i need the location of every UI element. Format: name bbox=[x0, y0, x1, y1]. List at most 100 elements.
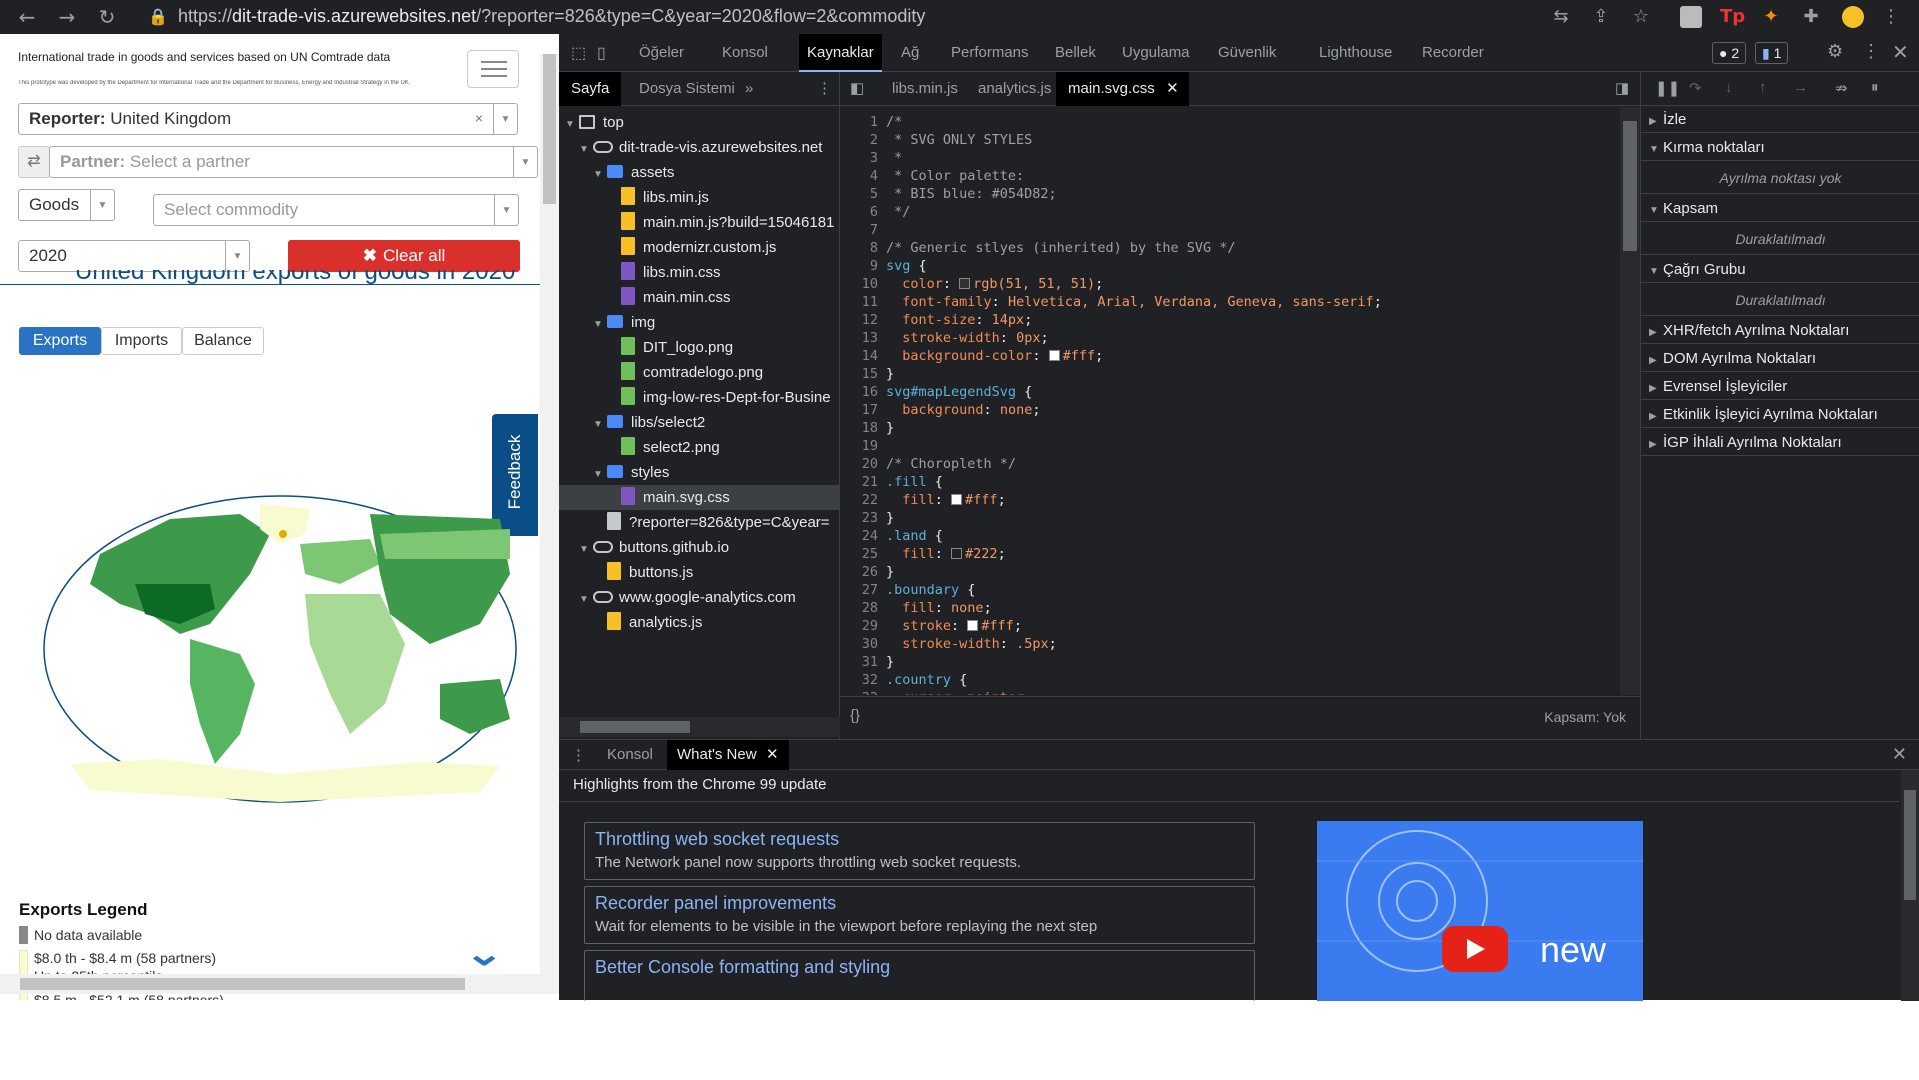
reload-icon[interactable]: ↻ bbox=[94, 4, 120, 30]
step-icon[interactable]: → bbox=[1793, 79, 1808, 96]
tree-item[interactable]: libs.min.js bbox=[559, 185, 840, 210]
expand-triangle-icon[interactable]: ▼ bbox=[593, 412, 607, 435]
tree-item[interactable]: ▼ img bbox=[559, 310, 840, 335]
tree-item[interactable]: ▼ styles bbox=[559, 460, 840, 485]
tree-item[interactable]: main.svg.css bbox=[559, 485, 840, 510]
tree-item[interactable]: comtradelogo.png bbox=[559, 360, 840, 385]
type-select[interactable]: Goods ▼ bbox=[18, 189, 115, 221]
tab-application[interactable]: Uygulama bbox=[1114, 34, 1198, 72]
clear-all-button[interactable]: ✖ Clear all bbox=[288, 240, 520, 272]
tab-performance[interactable]: Performans bbox=[943, 34, 1037, 72]
tree-item[interactable]: ▼ libs/select2 bbox=[559, 410, 840, 435]
world-map[interactable] bbox=[40, 474, 520, 804]
editor-tab-libs-min-js[interactable]: libs.min.js bbox=[880, 72, 970, 106]
page-horizontal-scrollbar[interactable] bbox=[0, 974, 540, 994]
editor-tab-analytics-js[interactable]: analytics.js bbox=[966, 72, 1063, 106]
tab-exports[interactable]: Exports bbox=[19, 327, 101, 355]
tree-item[interactable]: ▼ top bbox=[559, 110, 840, 135]
step-over-icon[interactable]: ↷ bbox=[1689, 79, 1702, 97]
extension-bird-icon[interactable]: ✦ bbox=[1760, 6, 1782, 28]
news-title[interactable]: Throttling web socket requests bbox=[595, 829, 1244, 850]
deactivate-breakpoints-icon[interactable]: ⇏ bbox=[1835, 79, 1848, 97]
tree-item[interactable]: ▼ www.google-analytics.com bbox=[559, 585, 840, 610]
expand-triangle-icon[interactable]: ▼ bbox=[579, 537, 593, 560]
tab-elements[interactable]: Öğeler bbox=[631, 34, 692, 72]
news-title[interactable]: Better Console formatting and styling bbox=[595, 957, 1244, 978]
tp-extension-icon[interactable]: Tp bbox=[1720, 6, 1745, 28]
drawer-vertical-scrollbar[interactable] bbox=[1901, 770, 1919, 1001]
page-vertical-scrollbar[interactable] bbox=[540, 54, 559, 994]
tab-filesystem[interactable]: Dosya Sistemi bbox=[631, 72, 743, 106]
tab-console[interactable]: Konsol bbox=[714, 34, 776, 72]
messages-badge[interactable]: ▮ 1 bbox=[1755, 42, 1789, 64]
bookmark-star-icon[interactable]: ☆ bbox=[1630, 6, 1652, 28]
chevron-down-icon[interactable]: ⌄ bbox=[464, 934, 504, 974]
inspect-element-icon[interactable]: ⬚ bbox=[571, 43, 586, 63]
toggle-navigator-icon[interactable]: ◧ bbox=[850, 79, 864, 97]
profile-avatar[interactable] bbox=[1842, 6, 1864, 28]
debugger-section[interactable]: ▶ İGP İhlali Ayrılma Noktaları bbox=[1641, 429, 1919, 456]
tree-item[interactable]: select2.png bbox=[559, 435, 840, 460]
tab-balance[interactable]: Balance bbox=[182, 327, 264, 355]
reporter-select[interactable]: Reporter: United Kingdom × ▼ bbox=[18, 103, 518, 135]
tree-item[interactable]: ?reporter=826&type=C&year= bbox=[559, 510, 840, 535]
debugger-section[interactable]: ▶ DOM Ayrılma Noktaları bbox=[1641, 345, 1919, 372]
tree-item[interactable]: libs.min.css bbox=[559, 260, 840, 285]
debugger-section[interactable]: ▶ Evrensel İşleyiciler bbox=[1641, 373, 1919, 400]
commodity-select[interactable]: Select commodity ▼ bbox=[153, 194, 519, 226]
editor-vertical-scrollbar[interactable] bbox=[1620, 107, 1640, 695]
clear-reporter-icon[interactable]: × bbox=[475, 110, 483, 126]
color-swatch[interactable] bbox=[951, 494, 963, 505]
tree-item[interactable]: ▼ dit-trade-vis.azurewebsites.net bbox=[559, 135, 840, 160]
tree-item[interactable]: modernizr.custom.js bbox=[559, 235, 840, 260]
close-devtools-icon[interactable]: ✕ bbox=[1892, 40, 1909, 65]
close-tab-icon[interactable]: ✕ bbox=[766, 740, 779, 770]
debugger-section[interactable]: ▼ Çağrı Grubu bbox=[1641, 256, 1919, 283]
tab-lighthouse[interactable]: Lighthouse bbox=[1311, 34, 1400, 72]
navigator-horizontal-scrollbar[interactable] bbox=[559, 717, 840, 737]
drawer-tab-console[interactable]: Konsol bbox=[597, 740, 663, 770]
debugger-section[interactable]: ▼ Kırma noktaları bbox=[1641, 134, 1919, 161]
news-card[interactable]: Throttling web socket requests The Netwo… bbox=[584, 822, 1255, 880]
expand-triangle-icon[interactable]: ▼ bbox=[593, 462, 607, 485]
tree-item[interactable]: analytics.js bbox=[559, 610, 840, 635]
pause-on-exceptions-icon[interactable]: ⏸ bbox=[1871, 79, 1879, 96]
back-icon[interactable]: ← bbox=[14, 4, 40, 30]
swap-icon[interactable]: ⇄ bbox=[18, 146, 50, 178]
code-area[interactable]: 1/* 2 * SVG ONLY STYLES 3 * 4 * Color palet… bbox=[840, 107, 1620, 695]
pretty-print-icon[interactable]: {} bbox=[850, 707, 860, 724]
expand-triangle-icon[interactable]: ▼ bbox=[593, 162, 607, 185]
tab-security[interactable]: Güvenlik bbox=[1210, 34, 1284, 72]
color-swatch[interactable] bbox=[959, 278, 971, 289]
tree-item[interactable]: DIT_logo.png bbox=[559, 335, 840, 360]
settings-gear-icon[interactable]: ⚙ bbox=[1827, 41, 1843, 62]
close-drawer-icon[interactable]: ✕ bbox=[1892, 744, 1907, 765]
device-toolbar-icon[interactable]: ▯ bbox=[597, 43, 606, 63]
youtube-play-icon[interactable] bbox=[1442, 926, 1508, 972]
url-text[interactable]: https://dit-trade-vis.azurewebsites.net/… bbox=[178, 6, 925, 27]
expand-triangle-icon[interactable]: ▼ bbox=[579, 137, 593, 160]
navigator-menu-icon[interactable]: ⋮ bbox=[817, 72, 832, 106]
editor-tab-main-svg-css[interactable]: main.svg.css ✕ bbox=[1056, 72, 1189, 106]
tree-item[interactable]: img-low-res-Dept-for-Busine bbox=[559, 385, 840, 410]
tab-sources[interactable]: Kaynaklar bbox=[799, 34, 882, 72]
toggle-debugger-icon[interactable]: ◨ bbox=[1615, 79, 1629, 97]
drawer-tab-whats-new[interactable]: What's New ✕ bbox=[667, 740, 789, 770]
step-out-icon[interactable]: ↑ bbox=[1759, 79, 1767, 96]
color-swatch[interactable] bbox=[967, 620, 979, 631]
tab-recorder[interactable]: Recorder bbox=[1414, 34, 1492, 72]
tree-item[interactable]: buttons.js bbox=[559, 560, 840, 585]
pause-icon[interactable]: ❚❚ bbox=[1655, 79, 1680, 97]
debugger-section[interactable]: ▶ Etkinlik İşleyici Ayrılma Noktaları bbox=[1641, 401, 1919, 428]
issues-badge[interactable]: ● 2 bbox=[1712, 42, 1747, 64]
tree-item[interactable]: main.min.js?build=15046181 bbox=[559, 210, 840, 235]
tab-imports[interactable]: Imports bbox=[101, 327, 182, 355]
tab-network[interactable]: Ağ bbox=[893, 34, 927, 72]
whats-new-video[interactable]: new bbox=[1317, 821, 1643, 1001]
tab-page[interactable]: Sayfa bbox=[559, 72, 622, 106]
country-russia[interactable] bbox=[380, 529, 510, 559]
color-swatch[interactable] bbox=[1048, 350, 1060, 361]
color-swatch[interactable] bbox=[951, 548, 963, 559]
step-into-icon[interactable]: ↓ bbox=[1725, 79, 1733, 96]
debugger-section[interactable]: ▶ XHR/fetch Ayrılma Noktaları bbox=[1641, 317, 1919, 344]
